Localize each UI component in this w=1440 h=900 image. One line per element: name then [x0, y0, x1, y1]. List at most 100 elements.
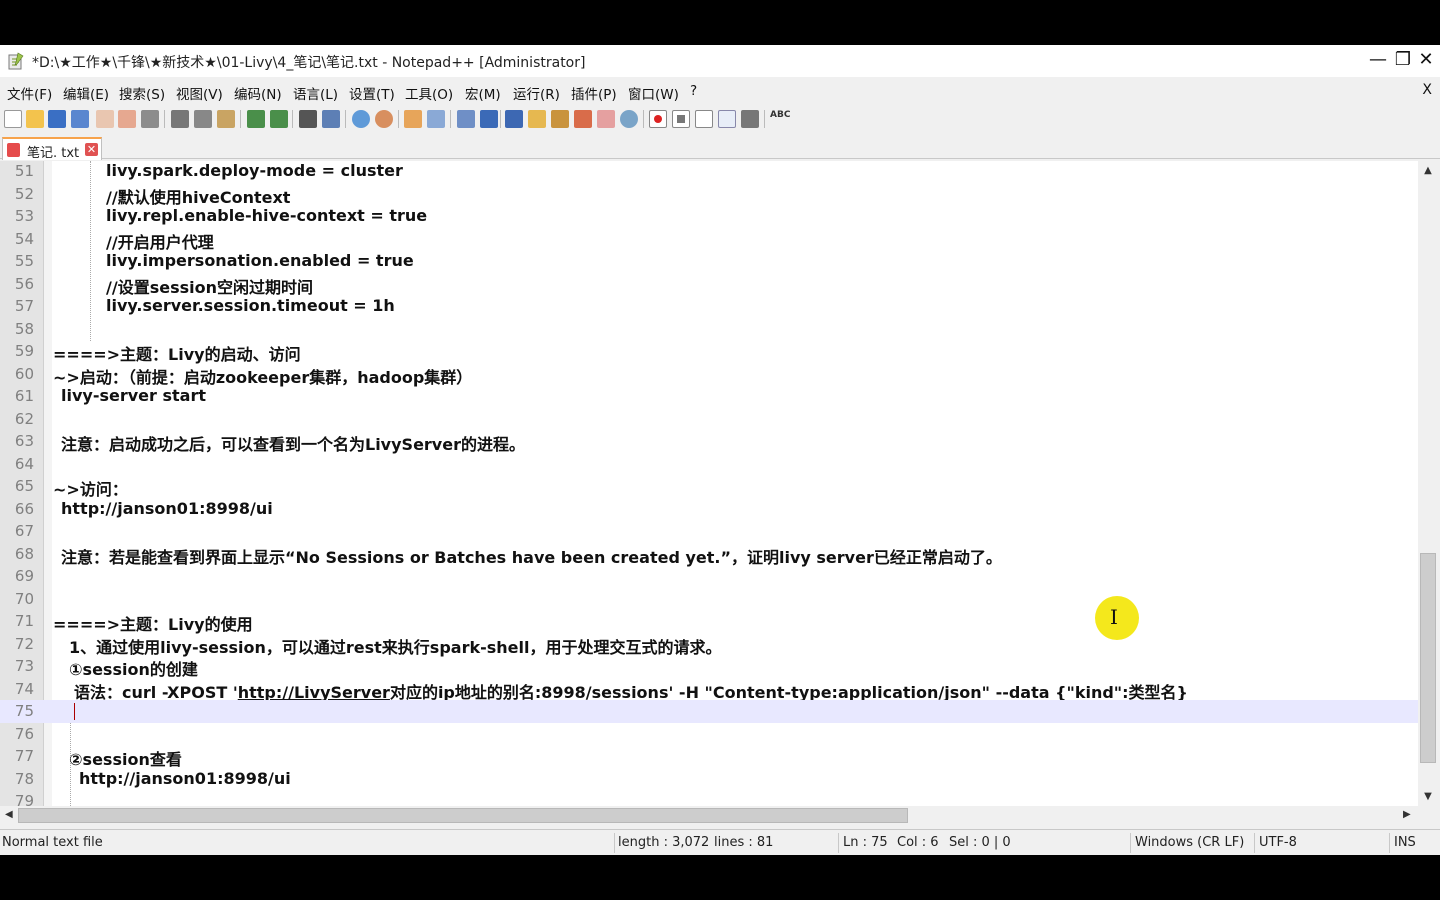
menu-plugins[interactable]: 插件(P)	[571, 83, 617, 103]
restore-button[interactable]: ❐	[1392, 49, 1414, 71]
indent-guide-icon[interactable]	[505, 110, 523, 128]
show-all-chars-icon[interactable]	[480, 110, 498, 128]
editor-line[interactable]: 61 livy-server start	[0, 385, 1418, 408]
editor-line[interactable]: 74 语法：curl -XPOST 'http://LivyServer对应的ip…	[0, 678, 1418, 702]
replace-icon[interactable]	[322, 110, 340, 128]
monitoring-icon[interactable]	[620, 110, 638, 128]
editor-line[interactable]: 63 注意：启动成功之后，可以查看到一个名为LivyServer的进程。	[0, 430, 1418, 454]
menu-run[interactable]: 运行(R)	[513, 83, 560, 103]
scroll-left-arrow-icon[interactable]: ◀	[5, 809, 13, 820]
close-all-icon[interactable]	[118, 110, 136, 128]
zoom-in-icon[interactable]	[352, 110, 370, 128]
editor-line[interactable]: 68 注意：若是能查看到界面上显示“No Sessions or Batches …	[0, 543, 1418, 567]
menu-language[interactable]: 语言(L)	[293, 83, 338, 103]
menu-search[interactable]: 搜索(S)	[119, 83, 165, 103]
vertical-scroll-thumb[interactable]	[1420, 553, 1436, 763]
editor-line[interactable]: 71 ====>主题：Livy的使用	[0, 610, 1418, 634]
open-file-icon[interactable]	[26, 110, 44, 128]
line-number: 69	[14, 567, 34, 585]
url-link[interactable]: http://janson01:8998/ui	[79, 769, 291, 788]
spell-check-icon[interactable]: ABC	[770, 110, 790, 128]
record-macro-icon[interactable]	[649, 110, 667, 128]
function-list-icon[interactable]	[574, 110, 592, 128]
editor-line[interactable]: 73 ①session的创建	[0, 655, 1418, 679]
sync-vertical-icon[interactable]	[404, 110, 422, 128]
menu-file[interactable]: 文件(F)	[7, 83, 52, 103]
editor-line[interactable]: 79	[0, 790, 1418, 806]
text-editor[interactable]: 51 livy.spark.deploy-mode = cluster 52 //默认…	[0, 161, 1418, 806]
new-file-icon[interactable]	[4, 110, 22, 128]
folder-workspace-icon[interactable]	[597, 110, 615, 128]
editor-line[interactable]: 77 ②session查看	[0, 745, 1418, 769]
editor-line[interactable]: 57 livy.server.session.timeout = 1h	[0, 295, 1418, 318]
copy-icon[interactable]	[194, 110, 212, 128]
scroll-up-arrow-icon[interactable]: ▲	[1422, 165, 1434, 176]
tab-notes-txt[interactable]: 笔记. txt ✕	[2, 137, 102, 161]
editor-line[interactable]: 78 http://janson01:8998/ui	[0, 768, 1418, 791]
play-macro-icon[interactable]	[695, 110, 713, 128]
menu-tools[interactable]: 工具(O)	[405, 83, 453, 103]
close-icon[interactable]	[96, 110, 114, 128]
horizontal-scroll-thumb[interactable]	[18, 808, 908, 823]
paste-icon[interactable]	[217, 110, 235, 128]
save-icon[interactable]	[48, 110, 66, 128]
stop-macro-icon[interactable]	[672, 110, 690, 128]
vertical-scrollbar[interactable]: ▲ ▼	[1418, 161, 1438, 806]
inline-link[interactable]: http://LivyServer	[238, 683, 390, 702]
menu-settings[interactable]: 设置(T)	[349, 83, 395, 103]
menu-window[interactable]: 窗口(W)	[628, 83, 679, 103]
doc-map-icon[interactable]	[551, 110, 569, 128]
tab-close-icon[interactable]: ✕	[85, 143, 98, 156]
menu-edit[interactable]: 编辑(E)	[63, 83, 109, 103]
editor-line[interactable]: 69	[0, 565, 1418, 588]
line-number: 79	[14, 792, 34, 806]
status-bar: Normal text file length : 3,072 lines : …	[0, 829, 1440, 855]
status-insert-mode[interactable]: INS	[1394, 835, 1416, 850]
editor-line[interactable]: 59 ====>主题：Livy的启动、访问	[0, 340, 1418, 364]
minimize-button[interactable]: —	[1367, 49, 1389, 71]
status-encoding[interactable]: UTF-8	[1259, 835, 1297, 850]
editor-line[interactable]: 56 //设置session空闲过期时间	[0, 273, 1418, 297]
scroll-right-arrow-icon[interactable]: ▶	[1403, 809, 1411, 820]
editor-line[interactable]: 54 //开启用户代理	[0, 228, 1418, 252]
editor-line[interactable]: 55 livy.impersonation.enabled = true	[0, 250, 1418, 273]
toolbar-separator	[398, 110, 399, 128]
save-macro-icon[interactable]	[741, 110, 759, 128]
editor-line[interactable]: 67	[0, 520, 1418, 543]
url-link[interactable]: http://janson01:8998/ui	[61, 499, 273, 518]
editor-line[interactable]: 53 livy.repl.enable-hive-context = true	[0, 205, 1418, 228]
editor-line[interactable]: 60 ~>启动：（前提：启动zookeeper集群，hadoop集群）	[0, 363, 1418, 387]
undo-icon[interactable]	[247, 110, 265, 128]
scroll-down-arrow-icon[interactable]: ▼	[1422, 791, 1434, 802]
editor-line[interactable]: 70	[0, 588, 1418, 611]
menu-encoding[interactable]: 编码(N)	[234, 83, 282, 103]
menu-view[interactable]: 视图(V)	[176, 83, 223, 103]
menu-help[interactable]: ?	[690, 83, 697, 99]
editor-line[interactable]: 76	[0, 723, 1418, 746]
zoom-out-icon[interactable]	[375, 110, 393, 128]
editor-line[interactable]: 75	[0, 700, 1418, 723]
editor-line[interactable]: 62	[0, 408, 1418, 431]
editor-line[interactable]: 64	[0, 453, 1418, 476]
save-all-icon[interactable]	[71, 110, 89, 128]
lang-udl-icon[interactable]	[528, 110, 546, 128]
editor-line[interactable]: 51 livy.spark.deploy-mode = cluster	[0, 161, 1418, 183]
status-eol[interactable]: Windows (CR LF)	[1135, 835, 1244, 850]
menu-macro[interactable]: 宏(M)	[465, 83, 501, 103]
word-wrap-icon[interactable]	[457, 110, 475, 128]
editor-line[interactable]: 72 1、通过使用livy-session，可以通过rest来执行spark-sh…	[0, 633, 1418, 657]
run-macro-multiple-icon[interactable]	[718, 110, 736, 128]
cut-icon[interactable]	[171, 110, 189, 128]
editor-line[interactable]: 58	[0, 318, 1418, 341]
print-icon[interactable]	[141, 110, 159, 128]
editor-line[interactable]: 52 //默认使用hiveContext	[0, 183, 1418, 207]
find-icon[interactable]	[299, 110, 317, 128]
close-document-x[interactable]: X	[1422, 82, 1432, 98]
horizontal-scrollbar[interactable]: ◀ ▶	[0, 806, 1418, 825]
editor-line[interactable]: 66 http://janson01:8998/ui	[0, 498, 1418, 521]
sync-horizontal-icon[interactable]	[427, 110, 445, 128]
editor-line[interactable]: 65 ~>访问：	[0, 475, 1418, 499]
toolbar-separator	[345, 110, 346, 128]
close-window-button[interactable]: ✕	[1415, 49, 1437, 71]
redo-icon[interactable]	[270, 110, 288, 128]
